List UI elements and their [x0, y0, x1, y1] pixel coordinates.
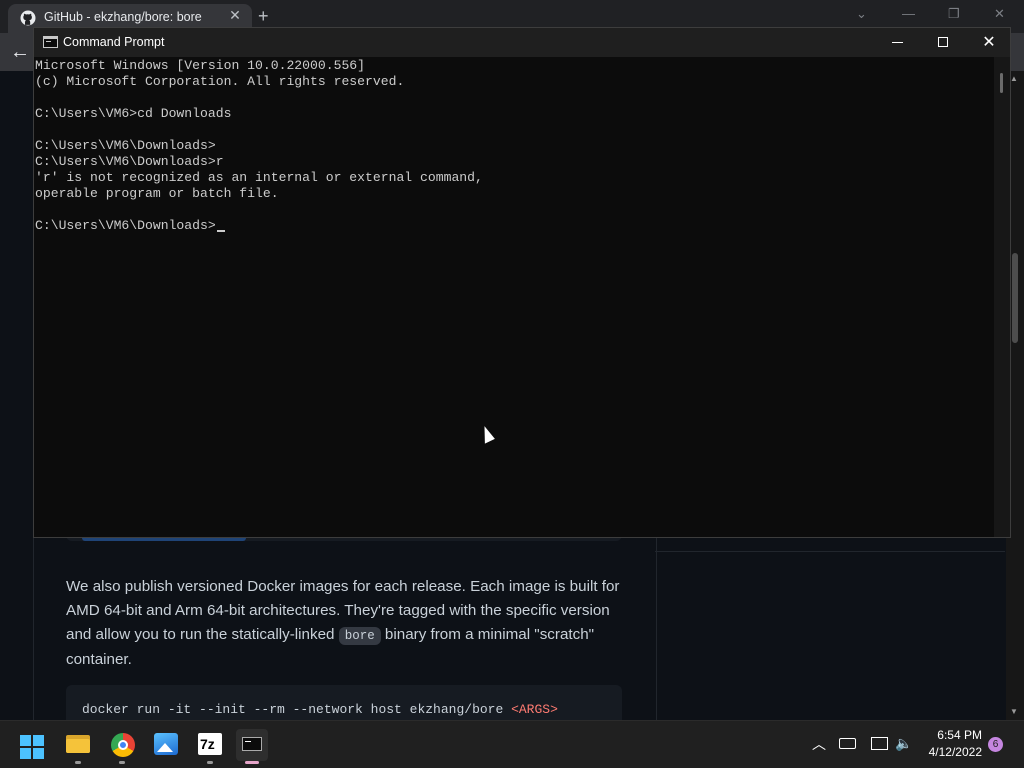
inline-code-bore: bore [338, 627, 381, 645]
terminal-output[interactable]: Microsoft Windows [Version 10.0.22000.55… [34, 57, 994, 537]
terminal-line: 'r' is not recognized as an internal or … [35, 170, 483, 185]
tab-title: GitHub - ekzhang/bore: bore [44, 10, 202, 24]
active-window-indicator [245, 761, 259, 764]
keyboard-icon[interactable] [839, 738, 856, 749]
command-prompt-icon [43, 36, 58, 48]
browser-close-icon[interactable]: ✕ [994, 6, 1005, 22]
7zip-label: 7z [200, 736, 215, 752]
code-arg: <ARGS> [511, 702, 558, 717]
7zip-button[interactable]: 7z [196, 729, 228, 761]
taskbar: 7z ︿ 🔈 6:54 PM 4/12/2022 6 [0, 720, 1024, 768]
start-button[interactable] [20, 735, 44, 759]
clock-date[interactable]: 4/12/2022 [920, 745, 982, 759]
running-indicator [75, 761, 81, 764]
windows-logo-icon [33, 748, 44, 759]
terminal-line: C:\Users\VM6\Downloads> [35, 138, 216, 153]
photos-mountain [157, 743, 173, 752]
windows-logo-icon [20, 735, 31, 746]
scroll-down-icon[interactable]: ▼ [1010, 707, 1018, 716]
browser-restore-icon[interactable]: ❐ [948, 6, 960, 22]
cmd-scroll-thumb[interactable] [1000, 73, 1003, 93]
close-icon: ✕ [982, 34, 996, 51]
code-line: docker run -it --init --rm --network hos… [82, 702, 558, 717]
code-command: docker run -it --init --rm --network hos… [82, 702, 512, 717]
command-prompt-taskbar-button[interactable] [236, 729, 268, 761]
terminal-line: C:\Users\VM6\Downloads>r [35, 154, 224, 169]
text-cursor [216, 230, 225, 232]
new-tab-button[interactable]: + [258, 6, 269, 26]
browser-minimize-icon[interactable]: — [902, 6, 915, 21]
tab-search-icon[interactable]: ⌄ [856, 6, 867, 22]
photos-button[interactable] [152, 729, 184, 761]
github-icon [20, 10, 36, 26]
terminal-line: (c) Microsoft Corporation. All rights re… [35, 74, 405, 89]
windows-logo-icon [20, 748, 31, 759]
terminal-prompt: C:\Users\VM6\Downloads> [35, 218, 216, 233]
clock-time[interactable]: 6:54 PM [920, 728, 982, 742]
docker-paragraph: We also publish versioned Docker images … [66, 575, 626, 672]
command-prompt-window: Command Prompt ✕ Microsoft Windows [Vers… [33, 27, 1011, 538]
terminal-prompt-line[interactable]: C:\Users\VM6\Downloads> [35, 218, 225, 234]
sidebar-divider [655, 551, 1005, 552]
notification-badge[interactable]: 6 [988, 737, 1003, 752]
folder-icon-front [66, 739, 90, 753]
terminal-line: C:\Users\VM6>cd Downloads [35, 106, 232, 121]
chrome-icon-center [118, 740, 128, 750]
maximize-button[interactable] [920, 28, 966, 57]
network-icon[interactable] [871, 737, 888, 750]
cmd-title-bar[interactable]: Command Prompt ✕ [34, 28, 1010, 57]
maximize-icon [938, 37, 948, 47]
terminal-icon [242, 737, 262, 751]
back-arrow-icon[interactable]: ← [10, 41, 30, 64]
terminal-line: operable program or batch file. [35, 186, 279, 201]
scroll-up-icon[interactable]: ▲ [1010, 74, 1018, 83]
cmd-scrollbar[interactable] [994, 57, 1010, 537]
running-indicator [119, 761, 125, 764]
cmd-window-title: Command Prompt [63, 35, 165, 49]
chrome-button[interactable] [108, 729, 140, 761]
running-indicator [207, 761, 213, 764]
close-button[interactable]: ✕ [966, 28, 1012, 57]
minimize-icon [892, 42, 903, 43]
windows-logo-icon [33, 735, 44, 746]
terminal-line: Microsoft Windows [Version 10.0.22000.55… [35, 58, 366, 73]
tab-close-icon[interactable]: ✕ [226, 7, 244, 24]
page-scroll-thumb[interactable] [1012, 253, 1018, 343]
minimize-button[interactable] [874, 28, 920, 57]
show-hidden-icons-chevron-icon[interactable]: ︿ [812, 734, 826, 754]
volume-icon[interactable]: 🔈 [895, 735, 912, 752]
file-explorer-button[interactable] [64, 729, 96, 761]
